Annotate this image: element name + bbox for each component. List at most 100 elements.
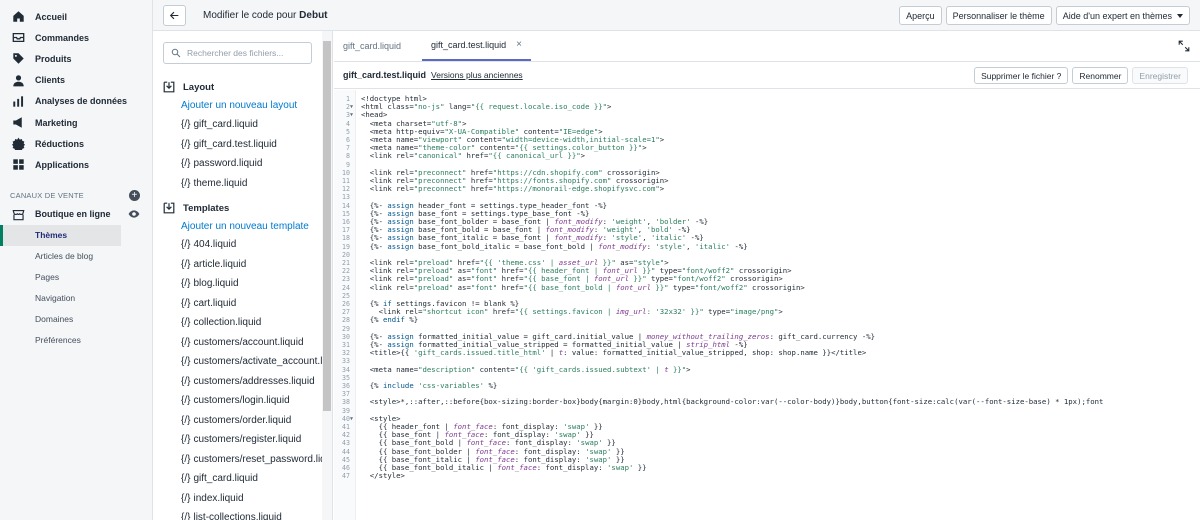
theme-name: Debut (299, 9, 328, 21)
file-item[interactable]: {/} gift_card.liquid (181, 119, 258, 130)
file-header: gift_card.test.liquid Versions plus anci… (334, 62, 1200, 89)
line-number: 28 (342, 316, 350, 325)
nav-item-online-store[interactable]: Boutique en ligne (0, 204, 152, 225)
nav-item-réductions[interactable]: Réductions (0, 133, 152, 154)
fold-arrow-icon[interactable]: ▼ (350, 103, 353, 111)
add-layout-link[interactable]: Ajouter un nouveau layout (181, 100, 297, 111)
subnav-item[interactable]: Thèmes (0, 224, 121, 246)
file-item[interactable]: {/} customers/addresses.liquid (181, 376, 315, 387)
nav-item-applications[interactable]: Applications (0, 154, 152, 175)
file-item[interactable]: {/} list-collections.liquid (181, 512, 282, 520)
tab-gift-card-test[interactable]: gift_card.test.liquid × (422, 30, 531, 61)
file-item[interactable]: {/} theme.liquid (181, 178, 247, 189)
tab-gift-card[interactable]: gift_card.liquid (334, 30, 410, 61)
discount-icon (12, 137, 25, 151)
back-button[interactable] (163, 4, 186, 26)
folder-templates[interactable]: Templates (163, 202, 229, 214)
line-number: 4 (346, 119, 350, 128)
nav-item-label: Commandes (35, 32, 90, 43)
line-number: 5 (346, 127, 350, 136)
code-text: <meta name="description" content="{{ 'gi… (361, 364, 691, 374)
scrollbar-thumb[interactable] (323, 41, 331, 411)
older-versions-link[interactable]: Versions plus anciennes (431, 70, 523, 80)
add-template-link[interactable]: Ajouter un nouveau template (181, 221, 309, 232)
liquid-file-icon: {/} (181, 375, 191, 387)
line-number: 18 (342, 234, 350, 243)
code-text: <html class="no-js" lang="{{ request.loc… (361, 102, 612, 112)
subnav-item[interactable]: Préférences (0, 330, 152, 351)
file-item[interactable]: {/} customers/reset_password.liquid (181, 454, 332, 465)
theme-expert-label: Aide d'un expert en thèmes (1062, 10, 1172, 21)
liquid-file-icon: {/} (181, 177, 191, 189)
file-item[interactable]: {/} cart.liquid (181, 298, 236, 309)
file-item[interactable]: {/} 404.liquid (181, 239, 236, 250)
editor-tabs: gift_card.liquid gift_card.test.liquid × (334, 31, 1200, 62)
arrow-left-icon (169, 11, 179, 19)
add-channel-icon[interactable]: + (129, 190, 140, 201)
file-item[interactable]: {/} gift_card.liquid (181, 473, 258, 484)
page-title-prefix: Modifier le code pour (203, 9, 297, 21)
close-tab-icon[interactable]: × (516, 39, 522, 50)
line-number: 43 (342, 439, 350, 448)
orders-icon (12, 31, 25, 44)
editor-topbar: Modifier le code pour Debut Aperçu Perso… (153, 0, 1200, 31)
nav-item-marketing[interactable]: Marketing (0, 112, 152, 133)
code-area[interactable]: 1 <!doctype html> 2 ▼ <html class="no-js" la… (334, 90, 1200, 520)
nav-item-label: Accueil (35, 11, 68, 22)
file-item[interactable]: {/} customers/login.liquid (181, 395, 290, 406)
line-number: 24 (342, 283, 350, 292)
subnav-item[interactable]: Articles de blog (0, 246, 152, 267)
code-text: {% include 'css-variables' %} (361, 381, 498, 390)
nav-item-label: Analyses de données (35, 96, 128, 107)
folder-layout[interactable]: Layout (163, 81, 214, 93)
subnav-item[interactable]: Navigation (0, 288, 152, 309)
line-number: 38 (342, 398, 350, 407)
nav-item-label: Réductions (35, 138, 85, 149)
subnav-item[interactable]: Domaines (0, 309, 152, 330)
liquid-file-icon: {/} (181, 278, 191, 289)
nav-item-produits[interactable]: Produits (0, 48, 152, 69)
folder-layout-label: Layout (183, 81, 215, 93)
liquid-file-icon: {/} (181, 138, 191, 150)
delete-file-button[interactable]: Supprimer le fichier ? (974, 67, 1069, 84)
file-name: customers/order.liquid (193, 414, 292, 426)
file-item[interactable]: {/} customers/account.liquid (181, 337, 304, 348)
file-item[interactable]: {/} article.liquid (181, 259, 246, 270)
file-name: customers/login.liquid (193, 395, 290, 406)
file-item[interactable]: {/} password.liquid (181, 158, 262, 169)
rename-button[interactable]: Renommer (1072, 67, 1129, 84)
file-item[interactable]: {/} customers/order.liquid (181, 415, 291, 426)
save-button[interactable]: Enregistrer (1132, 67, 1188, 84)
nav-item-analyses-de-données[interactable]: Analyses de données (0, 91, 152, 112)
page-title: Modifier le code pour Debut (203, 10, 328, 21)
nav-item-commandes[interactable]: Commandes (0, 27, 152, 48)
file-list-scrollbar[interactable] (322, 31, 332, 520)
preview-button[interactable]: Aperçu (899, 6, 942, 25)
file-item[interactable]: {/} customers/activate_account.liquid (181, 356, 332, 367)
fold-arrow-icon[interactable]: ▼ (350, 111, 353, 119)
customize-theme-button[interactable]: Personnaliser le thème (945, 6, 1052, 25)
file-item[interactable]: {/} customers/register.liquid (181, 434, 301, 445)
tab-label: gift_card.liquid (343, 40, 402, 51)
line-number: 35 (342, 373, 350, 382)
nav-item-clients[interactable]: Clients (0, 70, 152, 91)
nav-item-accueil[interactable]: Accueil (0, 6, 152, 27)
line-number: 12 (342, 185, 350, 194)
file-search-input[interactable]: Rechercher des fichiers... (163, 42, 312, 64)
subnav-item[interactable]: Pages (0, 267, 152, 288)
fold-arrow-icon[interactable]: ▼ (350, 415, 353, 423)
search-icon (171, 48, 181, 58)
expand-icon[interactable] (1178, 40, 1190, 52)
line-number: 39 (342, 406, 350, 415)
caret-down-icon (1177, 13, 1183, 18)
file-item[interactable]: {/} collection.liquid (181, 317, 261, 328)
sales-channels-header: CANAUX DE VENTE + (0, 188, 152, 204)
file-item[interactable]: {/} blog.liquid (181, 278, 239, 289)
liquid-file-icon: {/} (181, 297, 191, 309)
file-item[interactable]: {/} gift_card.test.liquid (181, 139, 277, 150)
line-number: 10 (342, 168, 350, 177)
code-text: <style>*,::after,::before{box-sizing:bor… (361, 397, 1104, 407)
theme-expert-dropdown[interactable]: Aide d'un expert en thèmes (1055, 6, 1190, 25)
file-item[interactable]: {/} index.liquid (181, 493, 244, 504)
eye-icon[interactable] (128, 208, 140, 220)
